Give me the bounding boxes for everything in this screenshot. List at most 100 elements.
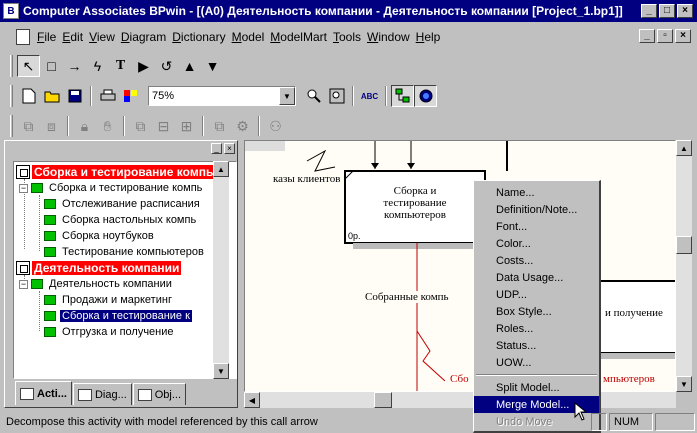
menu-model[interactable]: Model bbox=[229, 30, 268, 44]
minimize-button[interactable]: _ bbox=[641, 4, 657, 18]
tree-root-assembly[interactable]: Сборка и тестирование компь bbox=[16, 164, 216, 180]
save-icon[interactable] bbox=[63, 85, 86, 107]
menu-item-roles[interactable]: Roles... bbox=[474, 320, 599, 337]
tree-item-shipping[interactable]: Отгрузка и получение bbox=[44, 324, 176, 340]
menu-item-font[interactable]: Font... bbox=[474, 218, 599, 235]
tab-diagrams[interactable]: Diag... bbox=[72, 383, 132, 405]
panel-close-button[interactable]: × bbox=[224, 143, 235, 154]
decompose-tool-icon[interactable]: ▶ bbox=[132, 55, 155, 77]
menu-window[interactable]: Window bbox=[364, 30, 413, 44]
menu-diagram[interactable]: Diagram bbox=[118, 30, 169, 44]
menu-tools[interactable]: Tools bbox=[330, 30, 364, 44]
toolbar-grip[interactable] bbox=[10, 85, 13, 107]
mm-lock-icon[interactable]: 🔒︎ bbox=[73, 115, 96, 137]
chevron-down-icon[interactable]: ▼ bbox=[279, 87, 295, 105]
activity-box-label[interactable]: Сборка и тестирование компьютеров bbox=[365, 185, 465, 221]
scroll-down-icon[interactable]: ▼ bbox=[213, 363, 229, 379]
mm-connect-icon[interactable]: ⧉ bbox=[17, 115, 40, 137]
menu-file[interactable]: File bbox=[34, 30, 59, 44]
tab-objects[interactable]: Obj... bbox=[132, 383, 187, 405]
menu-item-definition[interactable]: Definition/Note... bbox=[474, 201, 599, 218]
arrow-label-assembled[interactable]: Собранные компь bbox=[365, 291, 449, 303]
menu-view[interactable]: View bbox=[86, 30, 118, 44]
menu-item-status[interactable]: Status... bbox=[474, 337, 599, 354]
menu-item-name[interactable]: Name... bbox=[474, 184, 599, 201]
diagram-canvas[interactable]: казы клиентов Сборка и тестирование комп… bbox=[244, 140, 676, 392]
maximize-button[interactable]: □ bbox=[659, 4, 675, 18]
mm-open-icon[interactable]: ⧉ bbox=[129, 115, 152, 137]
new-file-icon[interactable] bbox=[17, 85, 40, 107]
undo-rotate-icon[interactable]: ↺ bbox=[155, 55, 178, 77]
arrow-tool-icon[interactable]: → bbox=[63, 55, 86, 77]
zoom-fit-icon[interactable] bbox=[325, 85, 348, 107]
open-folder-icon[interactable] bbox=[40, 85, 63, 107]
child-minimize-button[interactable]: _ bbox=[639, 29, 655, 43]
mm-save-icon[interactable]: ⊟ bbox=[152, 115, 175, 137]
child-restore-button[interactable]: ▫ bbox=[657, 29, 673, 43]
menu-item-uow[interactable]: UOW... bbox=[474, 354, 599, 371]
canvas-vscrollbar[interactable]: ▲ ▼ bbox=[676, 140, 692, 392]
mm-unlock-icon[interactable]: ✋︎ bbox=[96, 115, 119, 137]
tree-root-company[interactable]: Деятельность компании bbox=[16, 260, 182, 276]
go-down-icon[interactable]: ▼ bbox=[201, 55, 224, 77]
menu-dictionary[interactable]: Dictionary bbox=[169, 30, 228, 44]
mm-users-icon[interactable]: ⚇ bbox=[264, 115, 287, 137]
tree-item-testing[interactable]: Тестирование компьютеров bbox=[44, 244, 206, 260]
mm-disconnect-icon[interactable]: ⧈ bbox=[40, 115, 63, 137]
tree-item-laptops[interactable]: Сборка ноутбуков bbox=[44, 228, 156, 244]
go-up-icon[interactable]: ▲ bbox=[178, 55, 201, 77]
mm-merge-icon[interactable]: ⧉ bbox=[208, 115, 231, 137]
tree-node-assembly[interactable]: − Сборка и тестирование компь bbox=[19, 180, 204, 196]
scroll-down-icon[interactable]: ▼ bbox=[676, 376, 692, 392]
tree-item-schedule[interactable]: Отслеживание расписания bbox=[44, 196, 202, 212]
tree-item-sales[interactable]: Продажи и маркетинг bbox=[44, 292, 174, 308]
pointer-tool-icon[interactable]: ↖ bbox=[17, 55, 40, 77]
menu-item-box-style[interactable]: Box Style... bbox=[474, 303, 599, 320]
arrow-label-red[interactable]: Сбо bbox=[450, 373, 469, 385]
tree-node-company[interactable]: − Деятельность компании bbox=[19, 276, 174, 292]
collapse-icon[interactable]: − bbox=[19, 279, 28, 289]
menu-modelmart[interactable]: ModelMart bbox=[267, 30, 330, 44]
scroll-thumb[interactable] bbox=[374, 392, 392, 408]
text-tool-icon[interactable]: T bbox=[109, 55, 132, 77]
activity-box2-label[interactable]: и получение bbox=[605, 307, 663, 319]
menu-edit[interactable]: Edit bbox=[59, 30, 86, 44]
panel-pin-button[interactable]: _ bbox=[211, 143, 222, 154]
mm-grid-icon[interactable]: ⊞ bbox=[175, 115, 198, 137]
print-icon[interactable] bbox=[96, 85, 119, 107]
document-icon[interactable] bbox=[16, 29, 30, 45]
tree-scrollbar[interactable]: ▲ ▼ bbox=[213, 161, 229, 379]
arrow-label-computers[interactable]: мпьютеров bbox=[603, 373, 655, 385]
child-close-button[interactable]: × bbox=[675, 29, 691, 43]
model-tree[interactable]: Сборка и тестирование компь − Сборка и т… bbox=[13, 161, 237, 379]
scroll-left-icon[interactable]: ◀ bbox=[244, 392, 260, 408]
tree-item-assembly-selected[interactable]: Сборка и тестирование к bbox=[44, 308, 192, 324]
scroll-up-icon[interactable]: ▲ bbox=[213, 161, 229, 177]
app-icon[interactable]: B bbox=[3, 3, 19, 19]
menu-item-udp[interactable]: UDP... bbox=[474, 286, 599, 303]
canvas-hscrollbar[interactable]: ◀ bbox=[244, 392, 676, 408]
tree-item-desktop[interactable]: Сборка настольных компь bbox=[44, 212, 198, 228]
color-palette-icon[interactable] bbox=[119, 85, 142, 107]
scroll-up-icon[interactable]: ▲ bbox=[676, 140, 692, 156]
menu-item-data-usage[interactable]: Data Usage... bbox=[474, 269, 599, 286]
menu-help[interactable]: Help bbox=[413, 30, 444, 44]
arrow-label-orders[interactable]: казы клиентов bbox=[273, 173, 340, 185]
zoom-in-icon[interactable] bbox=[302, 85, 325, 107]
scroll-thumb[interactable] bbox=[676, 236, 692, 254]
squiggle-tool-icon[interactable]: ϟ bbox=[86, 55, 109, 77]
mm-tools-icon[interactable]: ⚙︎ bbox=[231, 115, 254, 137]
toolbar-grip[interactable] bbox=[10, 55, 13, 77]
close-button[interactable]: × bbox=[677, 4, 693, 18]
model-explorer-icon[interactable] bbox=[391, 85, 414, 107]
tab-activities[interactable]: Acti... bbox=[15, 381, 72, 405]
collapse-icon[interactable]: − bbox=[19, 183, 28, 193]
menu-item-costs[interactable]: Costs... bbox=[474, 252, 599, 269]
menu-item-color[interactable]: Color... bbox=[474, 235, 599, 252]
spell-check-icon[interactable]: ABC bbox=[358, 85, 381, 107]
zoom-select[interactable]: 75% ▼ bbox=[148, 86, 296, 106]
menu-item-split-model[interactable]: Split Model... bbox=[474, 379, 599, 396]
toolbar-grip[interactable] bbox=[10, 115, 13, 137]
modelmart-icon[interactable] bbox=[414, 85, 437, 107]
box-tool-icon[interactable]: □ bbox=[40, 55, 63, 77]
